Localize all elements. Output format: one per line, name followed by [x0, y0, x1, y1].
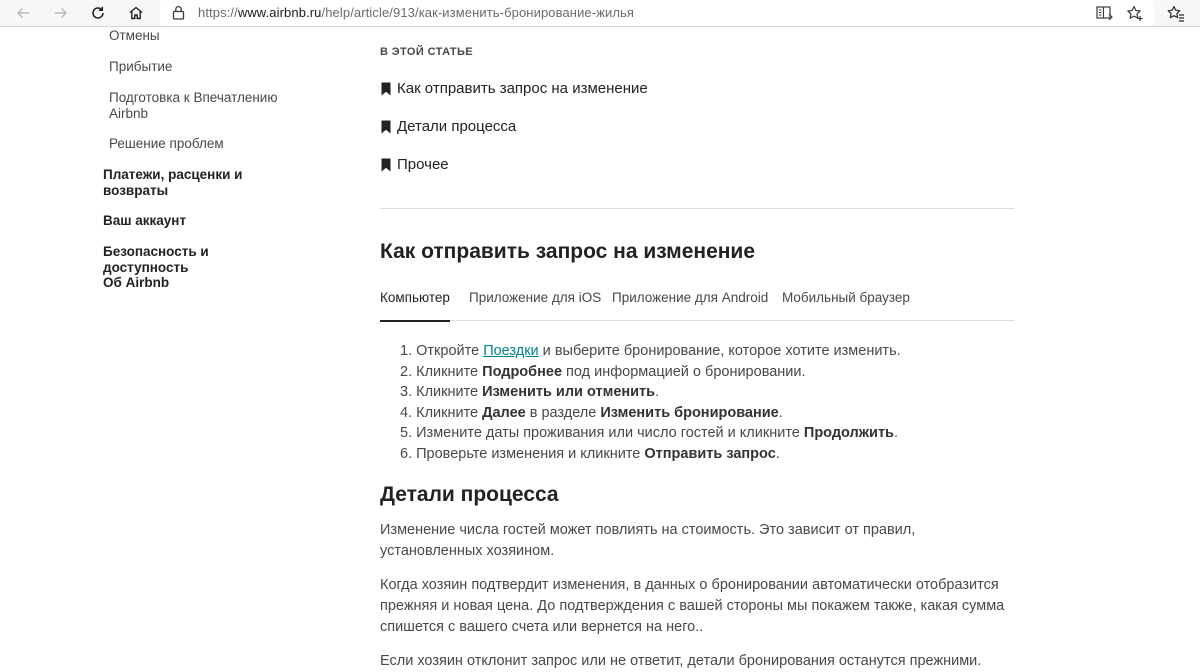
bookmark-icon	[380, 82, 392, 96]
forward-icon	[55, 8, 67, 18]
tab-android-app[interactable]: Приложение для Android	[612, 289, 768, 320]
add-favorite-icon[interactable]	[1124, 3, 1146, 23]
toc-link-label: Как отправить запрос на изменение	[397, 80, 648, 97]
browser-toolbar: https://www.airbnb.ru/help/article/913/к…	[0, 0, 1200, 27]
bookmark-icon	[380, 120, 392, 134]
toc-link-label: Прочее	[397, 156, 449, 173]
step-item: 1. Откройте Поездки и выберите бронирова…	[400, 343, 901, 359]
paragraph: Когда хозяин подтвердит изменения, в дан…	[380, 577, 1005, 635]
toc-link-request-change[interactable]: Как отправить запрос на изменение	[380, 80, 648, 97]
url-text: https://www.airbnb.ru/help/article/913/к…	[198, 5, 634, 20]
platform-tabs: Компьютер Приложение для iOS Приложение …	[380, 289, 1014, 322]
sidebar-item-about[interactable]: Об Airbnb	[103, 275, 288, 291]
toc-link-other[interactable]: Прочее	[380, 156, 449, 173]
bookmark-icon	[380, 158, 392, 172]
sidebar-item-safety[interactable]: Безопасность и доступность	[103, 244, 288, 276]
step-item: 6. Проверьте изменения и кликните Отправ…	[400, 445, 780, 462]
toc-heading: В ЭТОЙ СТАТЬЕ	[380, 46, 474, 58]
home-button[interactable]	[118, 0, 154, 26]
trips-link[interactable]: Поездки	[483, 343, 538, 359]
url-scheme: https://	[198, 5, 238, 20]
paragraph: Если хозяин отклонит запрос или не ответ…	[380, 653, 982, 669]
section-title-request-change: Как отправить запрос на изменение	[380, 240, 756, 263]
url-host: www.airbnb.ru	[237, 5, 322, 20]
address-bar[interactable]: https://www.airbnb.ru/help/article/913/к…	[160, 0, 1154, 26]
home-icon	[129, 6, 143, 20]
step-item: 3. Кликните Изменить или отменить.	[400, 384, 660, 401]
paragraph: Изменение числа гостей может повлиять на…	[380, 522, 916, 559]
refresh-icon	[92, 6, 104, 19]
reader-mode-icon[interactable]	[1094, 3, 1116, 23]
tab-ios-app[interactable]: Приложение для iOS	[469, 289, 601, 320]
tab-computer[interactable]: Компьютер	[380, 289, 450, 322]
back-icon	[17, 8, 29, 18]
url-path: /help/article/913/как-изменить-бронирова…	[321, 5, 635, 20]
sidebar-item-account[interactable]: Ваш аккаунт	[103, 213, 288, 229]
favorites-icon	[1167, 5, 1184, 22]
sidebar-item-arrival[interactable]: Прибытие	[109, 59, 284, 75]
back-button[interactable]	[5, 0, 41, 26]
step-item: 5. Измените даты проживания или число го…	[400, 425, 899, 442]
sidebar-item-payments[interactable]: Платежи, расценки и возвраты	[103, 167, 288, 199]
refresh-button[interactable]	[80, 0, 116, 26]
sidebar-item-cancellations[interactable]: Отмены	[109, 28, 284, 44]
step-item: 4. Кликните Далее в разделе Изменить бро…	[400, 404, 783, 421]
help-sidebar	[0, 27, 300, 671]
sidebar-item-troubleshooting[interactable]: Решение проблем	[109, 136, 284, 152]
sidebar-item-experience-prep[interactable]: Подготовка к Впечатлению Airbnb	[109, 90, 284, 122]
steps-list: 1. Откройте Поездки и выберите бронирова…	[400, 341, 1020, 465]
tab-mobile-browser[interactable]: Мобильный браузер	[782, 289, 910, 320]
step-item: 2. Кликните Подробнее под информацией о …	[400, 363, 806, 380]
toc-divider	[380, 208, 1014, 209]
toc-link-label: Детали процесса	[397, 118, 517, 135]
lock-icon	[172, 5, 185, 25]
toc-link-process-details[interactable]: Детали процесса	[380, 118, 516, 135]
favorites-button[interactable]	[1163, 0, 1189, 26]
forward-button[interactable]	[43, 0, 79, 26]
section-title-process-details: Детали процесса	[380, 483, 559, 506]
